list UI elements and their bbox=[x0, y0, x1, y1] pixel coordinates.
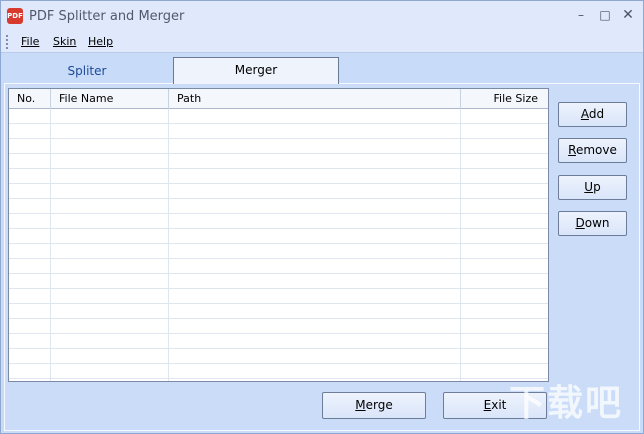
remove-button[interactable]: Remove bbox=[558, 138, 627, 163]
menu-file[interactable]: File bbox=[21, 35, 39, 48]
up-button-mnemonic: U bbox=[584, 180, 594, 194]
down-button-label: own bbox=[584, 216, 610, 230]
up-button-label: p bbox=[593, 180, 601, 194]
add-button[interactable]: Add bbox=[558, 102, 627, 127]
close-icon[interactable]: ✕ bbox=[620, 7, 636, 23]
remove-button-label: emove bbox=[575, 143, 617, 157]
column-divider bbox=[50, 109, 51, 381]
column-divider bbox=[460, 109, 461, 381]
column-header-path[interactable]: Path bbox=[169, 89, 461, 109]
down-button-mnemonic: D bbox=[575, 216, 585, 230]
pdf-app-icon: PDF bbox=[7, 8, 23, 24]
merge-button[interactable]: Merge bbox=[322, 392, 426, 419]
column-header-file-name[interactable]: File Name bbox=[51, 89, 169, 109]
title-bar[interactable]: PDF PDF Splitter and Merger – □ ✕ bbox=[1, 1, 643, 31]
tab-merger[interactable]: Merger bbox=[173, 57, 339, 84]
app-window: PDF PDF Splitter and Merger – □ ✕ File S… bbox=[0, 0, 644, 434]
merge-button-mnemonic: M bbox=[355, 398, 366, 412]
menu-file-label: File bbox=[21, 35, 40, 48]
add-button-mnemonic: A bbox=[580, 107, 589, 121]
menu-skin-label: Skin bbox=[53, 35, 77, 48]
file-list-table[interactable]: No. File Name Path File Size bbox=[8, 88, 549, 382]
menu-skin[interactable]: Skin bbox=[53, 35, 76, 48]
menu-help-label: Help bbox=[88, 35, 114, 48]
column-divider bbox=[168, 109, 169, 381]
add-button-label: dd bbox=[588, 107, 605, 121]
column-header-file-size[interactable]: File Size bbox=[461, 89, 548, 109]
remove-button-mnemonic: R bbox=[568, 143, 576, 157]
watermark-logo: 下载吧 bbox=[509, 383, 624, 424]
up-button[interactable]: Up bbox=[558, 175, 627, 200]
exit-button-label: xit bbox=[491, 398, 507, 412]
window-title: PDF Splitter and Merger bbox=[29, 9, 185, 24]
menu-help[interactable]: Help bbox=[88, 35, 113, 48]
column-header-no[interactable]: No. bbox=[9, 89, 51, 109]
minimize-icon[interactable]: – bbox=[573, 7, 589, 23]
table-header: No. File Name Path File Size bbox=[9, 89, 548, 109]
merge-button-label: erge bbox=[365, 398, 393, 412]
maximize-icon[interactable]: □ bbox=[597, 7, 613, 23]
tab-spliter[interactable]: Spliter bbox=[21, 59, 153, 83]
menu-grip bbox=[6, 35, 9, 49]
menu-bar: File Skin Help bbox=[1, 31, 643, 53]
down-button[interactable]: Down bbox=[558, 211, 627, 236]
table-body[interactable] bbox=[9, 109, 548, 381]
